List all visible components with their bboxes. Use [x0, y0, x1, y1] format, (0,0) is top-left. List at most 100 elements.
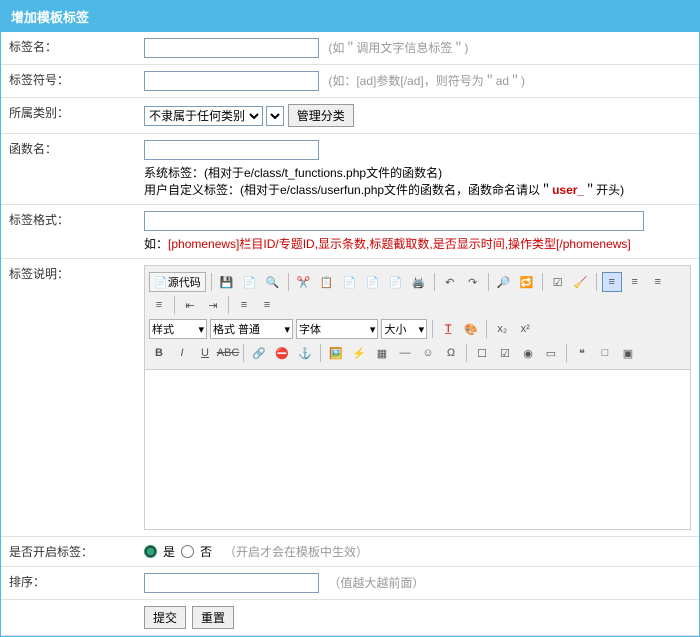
label-tagsymbol: 标签符号：: [1, 65, 136, 98]
preview-icon[interactable]: 🔍: [263, 272, 283, 292]
textcolor-icon[interactable]: T̲: [438, 319, 458, 339]
newpage-icon[interactable]: 📄: [240, 272, 260, 292]
label-tagformat: 标签格式：: [1, 205, 136, 259]
input-tagformat[interactable]: [144, 211, 644, 231]
separator: [432, 320, 433, 338]
unordered-list-icon[interactable]: ≡: [257, 295, 277, 315]
separator: [320, 344, 321, 362]
input-tagname[interactable]: [144, 38, 319, 58]
redo-icon[interactable]: ↷: [463, 272, 483, 292]
indent-icon[interactable]: ⇥: [203, 295, 223, 315]
select-category[interactable]: 不隶属于任何类别: [144, 106, 263, 126]
image-icon[interactable]: 🖼️: [326, 343, 346, 363]
cut-icon[interactable]: ✂️: [294, 272, 314, 292]
div-icon[interactable]: □: [595, 343, 615, 363]
radio-icon[interactable]: ◉: [518, 343, 538, 363]
tagformat-eg: [phomenews]栏目ID/专题ID,显示条数,标题截取数,是否显示时间,操…: [168, 237, 631, 251]
funcname-note2b: user_: [552, 183, 584, 197]
smiley-icon[interactable]: ☺: [418, 343, 438, 363]
editor-toolbar: 📄 源代码 💾 📄 🔍 ✂️ 📋 📄 📄 📄 🖨️ ↶: [144, 265, 691, 370]
font-select[interactable]: 字体 ▾: [296, 319, 378, 339]
input-order[interactable]: [144, 573, 319, 593]
select-category-sub[interactable]: [266, 106, 284, 126]
funcname-note1: 系统标签：(相对于e/class/t_functions.php文件的函数名): [144, 166, 442, 180]
bold-icon[interactable]: B: [149, 343, 169, 363]
separator: [566, 344, 567, 362]
tagformat-eg-prefix: 如：: [144, 237, 168, 251]
label-category: 所属类别：: [1, 98, 136, 134]
selectall-icon[interactable]: ☑: [548, 272, 568, 292]
label-tagdesc: 标签说明：: [1, 259, 136, 537]
separator: [434, 273, 435, 291]
funcname-note2a: 用户自定义标签：(相对于e/class/userfun.php文件的函数名，函数…: [144, 183, 552, 197]
anchor-icon[interactable]: ⚓: [295, 343, 315, 363]
reset-button[interactable]: 重置: [192, 606, 234, 629]
format-select[interactable]: 格式 普通 ▾: [210, 319, 293, 339]
manage-category-button[interactable]: 管理分类: [288, 104, 354, 127]
radio-yes-label: 是: [163, 543, 175, 560]
align-left-icon[interactable]: ≡: [602, 272, 622, 292]
hint-tagsymbol: (如：[ad]参数[/ad]，则符号为＂ad＂): [328, 74, 525, 88]
paste-icon[interactable]: 📄: [340, 272, 360, 292]
separator: [228, 296, 229, 314]
template-icon[interactable]: ▣: [618, 343, 638, 363]
separator: [542, 273, 543, 291]
separator: [466, 344, 467, 362]
paste-text-icon[interactable]: 📄: [363, 272, 383, 292]
source-button[interactable]: 📄 源代码: [149, 272, 206, 292]
copy-icon[interactable]: 📋: [317, 272, 337, 292]
subscript-icon[interactable]: x₂: [492, 319, 512, 339]
input-tagsymbol[interactable]: [144, 71, 319, 91]
radio-no[interactable]: [181, 545, 194, 558]
label-enabled: 是否开启标签：: [1, 537, 136, 567]
table-icon[interactable]: ▦: [372, 343, 392, 363]
label-funcname: 函数名：: [1, 134, 136, 205]
unlink-icon[interactable]: ⛔: [272, 343, 292, 363]
paste-word-icon[interactable]: 📄: [386, 272, 406, 292]
style-select[interactable]: 样式 ▾: [149, 319, 207, 339]
hint-order: （值越大越前面）: [328, 576, 424, 590]
textfield-icon[interactable]: ▭: [541, 343, 561, 363]
blockquote-icon[interactable]: ❝: [572, 343, 592, 363]
size-select[interactable]: 大小 ▾: [381, 319, 427, 339]
underline-icon[interactable]: U: [195, 343, 215, 363]
specialchar-icon[interactable]: Ω: [441, 343, 461, 363]
separator: [211, 273, 212, 291]
flash-icon[interactable]: ⚡: [349, 343, 369, 363]
find-icon[interactable]: 🔎: [494, 272, 514, 292]
funcname-note2c: ＂开头): [584, 183, 624, 197]
hr-icon[interactable]: ―: [395, 343, 415, 363]
print-icon[interactable]: 🖨️: [409, 272, 429, 292]
hint-enabled: （开启才会在模板中生效）: [224, 543, 368, 560]
separator: [243, 344, 244, 362]
removeformat-icon[interactable]: 🧹: [571, 272, 591, 292]
editor-content[interactable]: [144, 370, 691, 530]
radio-no-label: 否: [200, 543, 212, 560]
label-empty: [1, 600, 136, 636]
checkbox-icon2[interactable]: ☑: [495, 343, 515, 363]
align-right-icon[interactable]: ≡: [648, 272, 668, 292]
ordered-list-icon[interactable]: ≡: [234, 295, 254, 315]
hint-tagname: (如＂调用文字信息标签＂): [328, 41, 468, 55]
superscript-icon[interactable]: x²: [515, 319, 535, 339]
outdent-icon[interactable]: ⇤: [180, 295, 200, 315]
strike-icon[interactable]: ABC: [218, 343, 238, 363]
separator: [596, 273, 597, 291]
separator: [288, 273, 289, 291]
label-order: 排序：: [1, 567, 136, 600]
align-center-icon[interactable]: ≡: [625, 272, 645, 292]
italic-icon[interactable]: I: [172, 343, 192, 363]
panel-header: 增加模板标签: [1, 1, 699, 32]
radio-yes[interactable]: [144, 545, 157, 558]
align-justify-icon[interactable]: ≡: [149, 295, 169, 315]
input-funcname[interactable]: [144, 140, 319, 160]
separator: [486, 320, 487, 338]
bgcolor-icon[interactable]: 🎨: [461, 319, 481, 339]
link-icon[interactable]: 🔗: [249, 343, 269, 363]
replace-icon[interactable]: 🔁: [517, 272, 537, 292]
submit-button[interactable]: 提交: [144, 606, 186, 629]
form-icon[interactable]: ☐: [472, 343, 492, 363]
save-icon[interactable]: 💾: [217, 272, 237, 292]
undo-icon[interactable]: ↶: [440, 272, 460, 292]
separator: [174, 296, 175, 314]
